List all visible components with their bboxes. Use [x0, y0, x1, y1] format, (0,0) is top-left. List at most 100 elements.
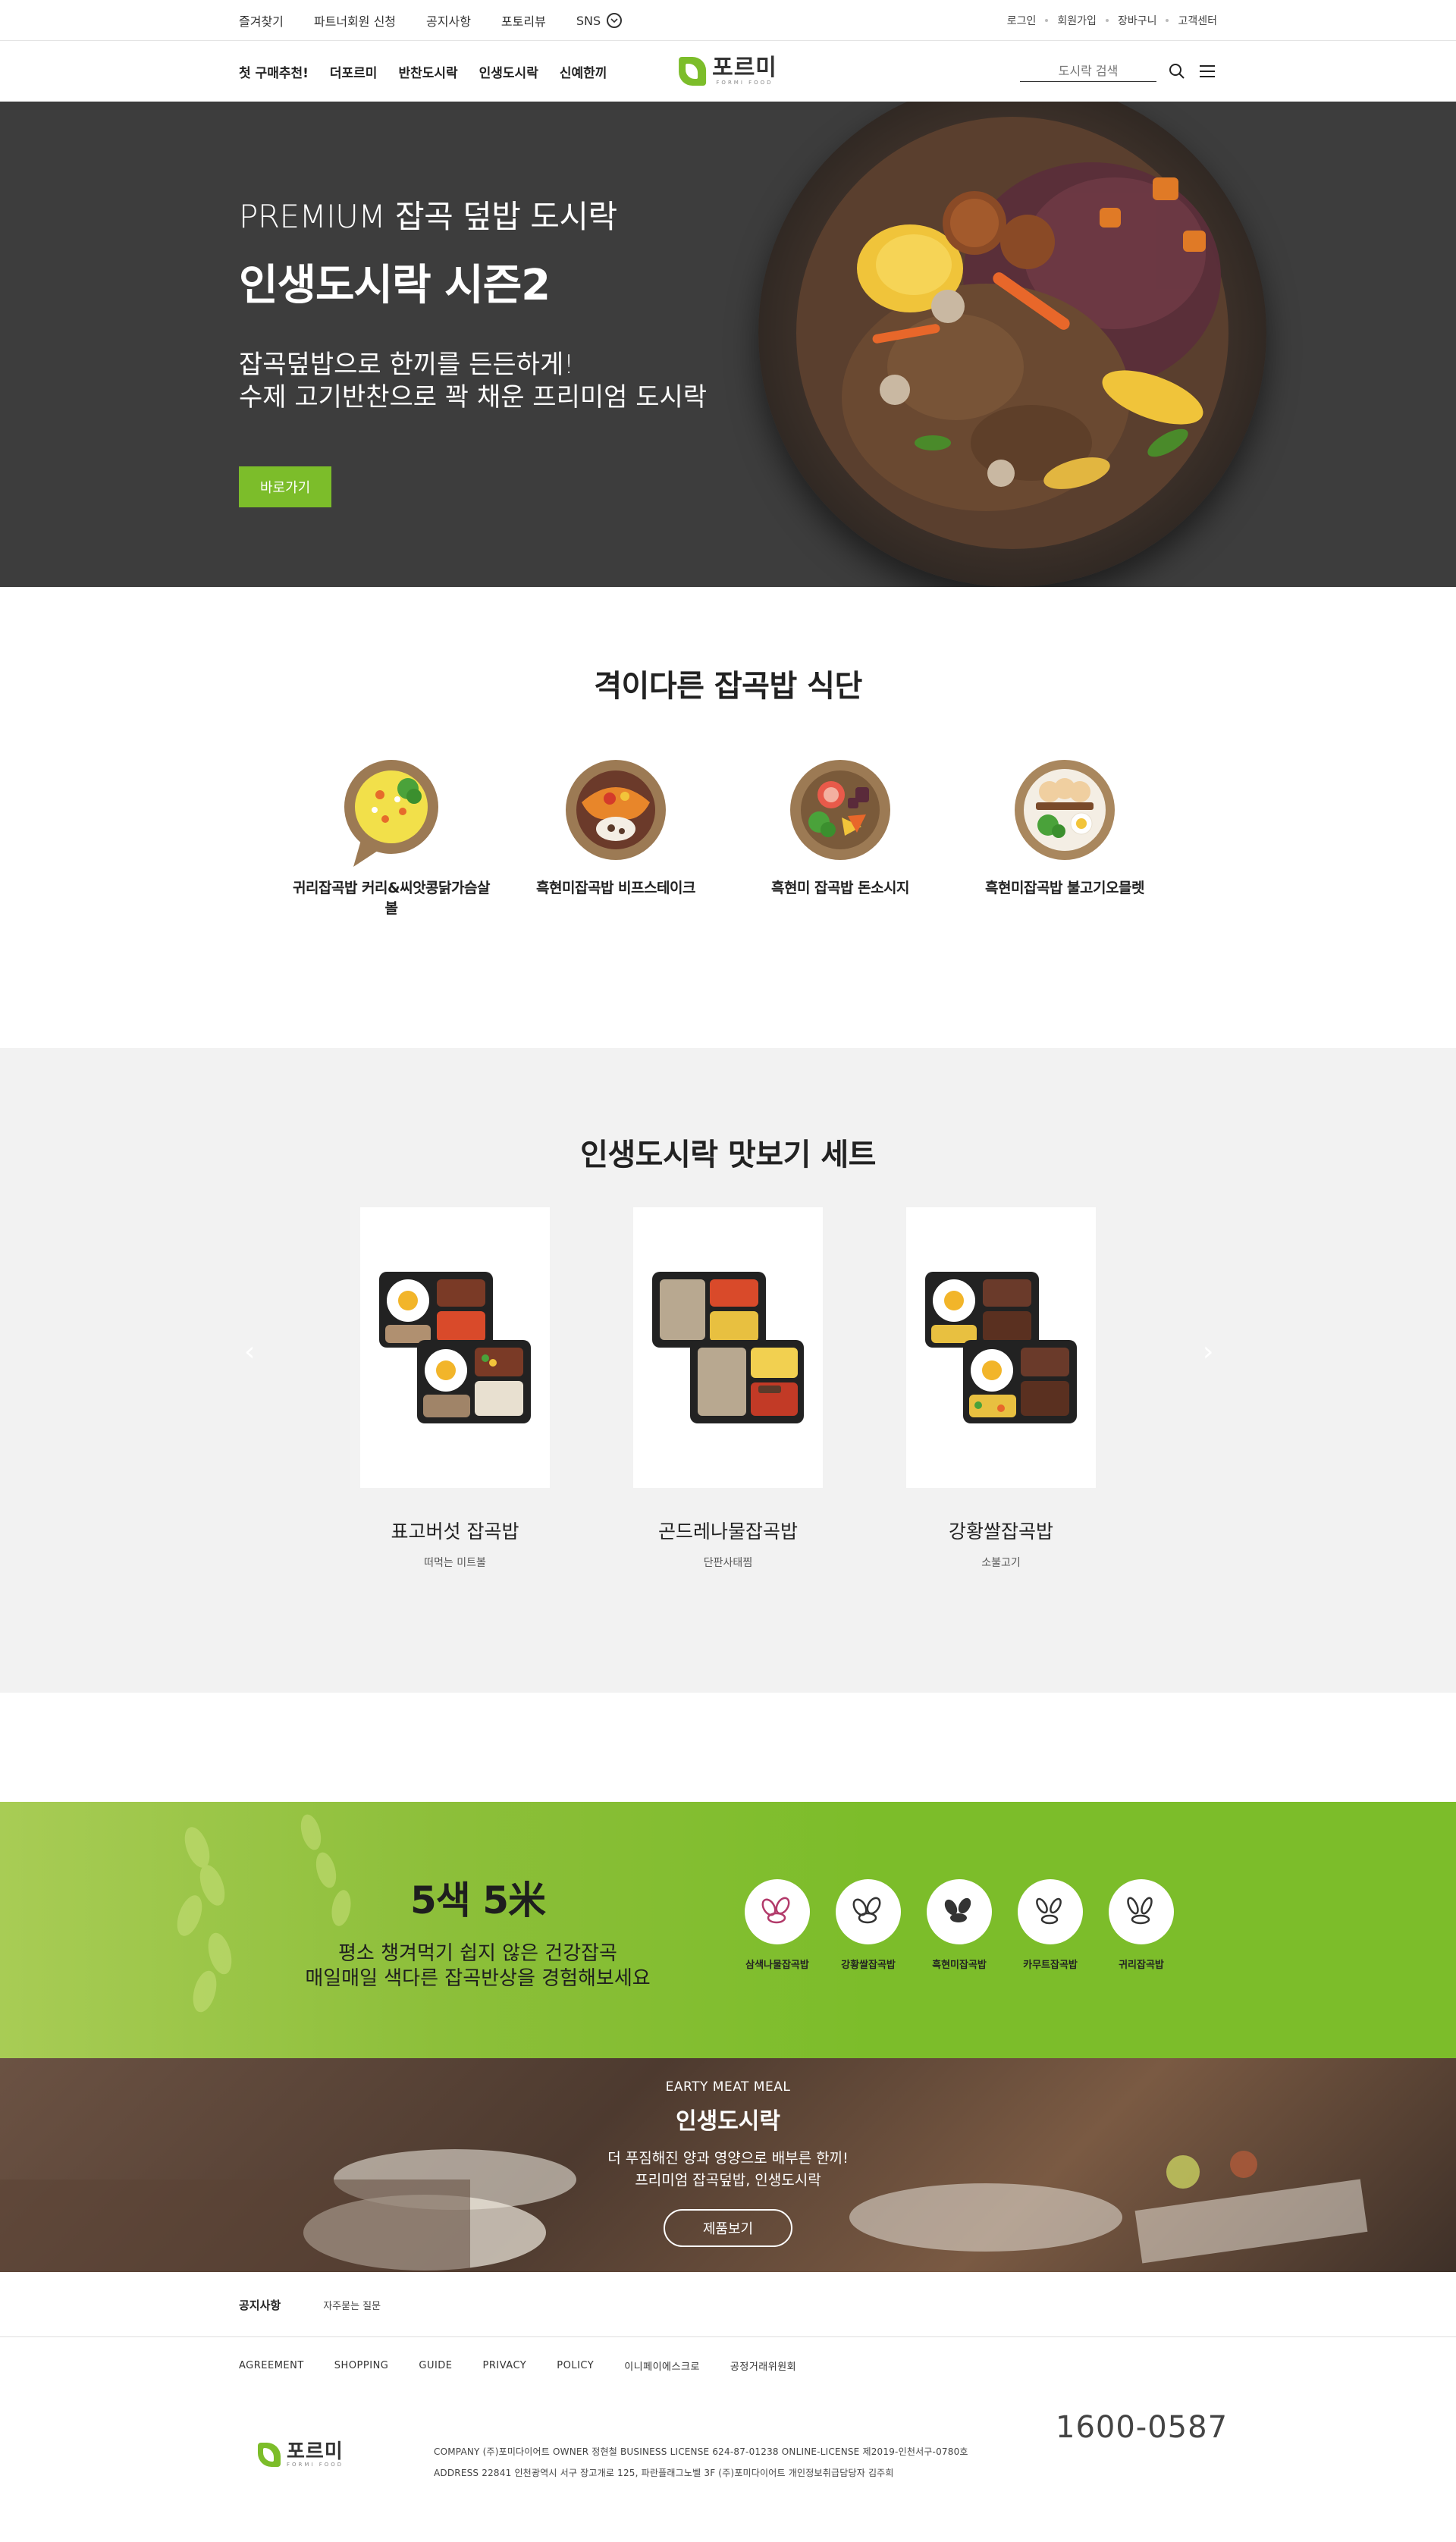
grain-band-description: 평소 챙겨먹기 쉽지 않은 건강잡곡 매일매일 색다른 잡곡반상을 경험해보세요 — [288, 1941, 667, 1991]
grain-band-text: 5색 5米 평소 챙겨먹기 쉽지 않은 건강잡곡 매일매일 색다른 잡곡반상을 … — [288, 1870, 667, 1991]
utility-links: 즐겨찾기 파트너회원 신청 공지사항 포토리뷰 SNS — [239, 11, 623, 30]
hero-desc-line2: 수제 고기반찬으로 꽉 채운 프리미엄 도시락 — [239, 381, 708, 413]
product-subtitle: 단판사태찜 — [703, 1557, 753, 1569]
taste-section-title: 인생도시락 맛보기 세트 — [580, 1138, 876, 1172]
cart-link[interactable]: 장바구니 — [1118, 13, 1157, 28]
footer-link-policy[interactable]: POLICY — [557, 2360, 594, 2371]
footer-logo-subtext: FORMI FOOD — [287, 2462, 344, 2468]
sausage-bowl-icon — [787, 757, 893, 863]
login-link[interactable]: 로그인 — [1007, 13, 1037, 28]
nav-item-the-formi[interactable]: 더포르미 — [330, 62, 378, 81]
footer-link-ftc[interactable]: 공정거래위원회 — [730, 2358, 796, 2373]
customer-center-link[interactable]: 고객센터 — [1178, 13, 1217, 28]
hero-go-button[interactable]: 바로가기 — [239, 466, 332, 507]
main-navigation: 첫 구매추천! 더포르미 반찬도시락 인생도시락 신예한끼 포르미 FORMI … — [0, 41, 1456, 102]
grain-icon — [927, 1879, 992, 1944]
grain-item-turmeric[interactable]: 강황쌀잡곡밥 — [834, 1879, 902, 1971]
grain-icon — [1018, 1879, 1083, 1944]
footer-link-agreement[interactable]: AGREEMENT — [239, 2360, 304, 2371]
meal-item-curry[interactable]: 귀리잡곡밥 커리&씨앗콩닭가슴살볼 — [293, 757, 490, 918]
lunchbox-image — [633, 1207, 823, 1488]
grain-item-black-brown-rice[interactable]: 흑현미잡곡밥 — [925, 1879, 993, 1971]
company-info-line1: COMPANY (주)포미다이어트 OWNER 정현철 BUSINESS LIC… — [434, 2446, 968, 2457]
nav-item-life-lunchbox[interactable]: 인생도시락 — [479, 62, 538, 81]
grain-item-three-color[interactable]: 삼색나물잡곡밥 — [743, 1879, 811, 1971]
search-input[interactable] — [1020, 61, 1156, 82]
carousel-prev-icon[interactable]: ‹ — [244, 1336, 255, 1367]
bookmark-link[interactable]: 즐겨찾기 — [239, 11, 284, 30]
divider-dot — [1045, 19, 1049, 22]
lunchbox-image — [360, 1207, 550, 1488]
meal-label: 흑현미 잡곡밥 돈소시지 — [770, 880, 910, 896]
faq-link[interactable]: 자주묻는 질문 — [323, 2298, 381, 2312]
site-logo[interactable]: 포르미 FORMI FOOD — [679, 57, 777, 86]
grain-label: 카무트잡곡밥 — [1023, 1960, 1078, 1971]
hero-desc-line1: 잡곡덮밥으로 한끼를 든든하게! — [239, 350, 574, 380]
meal-item-beef-steak[interactable]: 흑현미잡곡밥 비프스테이크 — [517, 757, 714, 918]
company-details: COMPANY (주)포미다이어트 OWNER 정현철 BUSINESS LIC… — [434, 2442, 968, 2484]
leaf-logo-icon — [258, 2443, 281, 2467]
product-card[interactable]: 곤드레나물잡곡밥 단판사태찜 — [633, 1207, 823, 1570]
view-products-button[interactable]: 제품보기 — [663, 2208, 793, 2247]
search-icon[interactable] — [1167, 61, 1187, 81]
meal-label: 흑현미잡곡밥 불고기오믈렛 — [985, 880, 1144, 896]
grain-meal-section: 격이다른 잡곡밥 식단 귀리잡곡밥 커리&씨앗콩닭가슴살볼 흑현미잡곡밥 비프스… — [0, 587, 1456, 1048]
footer-link-escrow[interactable]: 이니페이에스크로 — [624, 2358, 700, 2373]
rice-bowl-image — [758, 102, 1266, 587]
meal-item-bulgogi-omelette[interactable]: 흑현미잡곡밥 불고기오믈렛 — [966, 757, 1163, 918]
promo-banner-description: 더 푸짐해진 양과 영양으로 배부른 한끼! 프리미엄 잡곡덮밥, 인생도시락 — [0, 2148, 1456, 2192]
product-name: 표고버섯 잡곡밥 — [391, 1520, 519, 1542]
divider-dot — [1166, 19, 1169, 22]
nav-tools — [1020, 61, 1217, 82]
grain-label: 흑현미잡곡밥 — [932, 1960, 987, 1971]
grain-label: 귀리잡곡밥 — [1119, 1960, 1164, 1971]
nav-item-new-meal[interactable]: 신예한끼 — [560, 62, 607, 81]
utility-bar: 즐겨찾기 파트너회원 신청 공지사항 포토리뷰 SNS 로그인 회원가입 장바구… — [0, 0, 1456, 41]
logo-text: 포르미 — [712, 55, 777, 81]
promo-banner-kicker: EARTY MEAT MEAL — [665, 2079, 791, 2095]
product-subtitle: 떠먹는 미트볼 — [424, 1557, 486, 1569]
product-card[interactable]: 강황쌀잡곡밥 소불고기 — [906, 1207, 1096, 1570]
meal-item-sausage[interactable]: 흑현미 잡곡밥 돈소시지 — [742, 757, 939, 918]
grain-desc-line1: 평소 챙겨먹기 쉽지 않은 건강잡곡 — [338, 1942, 617, 1965]
partner-signup-link[interactable]: 파트너회원 신청 — [314, 11, 396, 30]
carousel-next-icon[interactable]: › — [1203, 1336, 1213, 1367]
lunchbox-image — [906, 1207, 1096, 1488]
product-name: 곤드레나물잡곡밥 — [657, 1520, 798, 1542]
product-carousel: ‹ 표고버섯 잡곡밥 떠먹는 미트볼 곤드레나물잡곡밥 단판사태찜 강황쌀잡곡밥… — [0, 1207, 1456, 1570]
footer-logo: 포르미 FORMI FOOD — [258, 2442, 344, 2468]
notice-link[interactable]: 공지사항 — [426, 11, 471, 30]
nav-menu: 첫 구매추천! 더포르미 반찬도시락 인생도시락 신예한끼 — [239, 62, 607, 81]
product-subtitle: 소불고기 — [981, 1557, 1021, 1569]
meal-label: 흑현미잡곡밥 비프스테이크 — [536, 880, 695, 896]
nav-item-side-dish-box[interactable]: 반찬도시락 — [398, 62, 457, 81]
promo-desc-line1: 더 푸짐해진 양과 영양으로 배부른 한끼! — [607, 2150, 849, 2167]
hero-title: 인생도시락 시즌2 — [239, 261, 551, 310]
sns-dropdown[interactable]: SNS — [576, 13, 623, 28]
nav-item-first-purchase[interactable]: 첫 구매추천! — [239, 62, 309, 81]
lunchbox-promo-banner: EARTY MEAT MEAL 인생도시락 더 푸짐해진 양과 영양으로 배부른… — [0, 2058, 1456, 2272]
grain-label: 삼색나물잡곡밥 — [745, 1960, 809, 1971]
grain-item-kamut[interactable]: 카무트잡곡밥 — [1016, 1879, 1084, 1971]
footer-notice-title[interactable]: 공지사항 — [239, 2297, 281, 2313]
promo-banner-title: 인생도시락 — [676, 2108, 780, 2135]
hamburger-menu-icon[interactable] — [1197, 61, 1217, 81]
signup-link[interactable]: 회원가입 — [1057, 13, 1097, 28]
curry-bowl-icon — [338, 757, 444, 867]
photo-review-link[interactable]: 포토리뷰 — [501, 11, 546, 30]
footer-link-shopping[interactable]: SHOPPING — [334, 2360, 389, 2371]
footer-company-info: 포르미 FORMI FOOD COMPANY (주)포미다이어트 OWNER 정… — [0, 2393, 1456, 2542]
meal-section-title: 격이다른 잡곡밥 식단 — [594, 669, 862, 704]
five-grain-band: 5색 5米 평소 챙겨먹기 쉽지 않은 건강잡곡 매일매일 색다른 잡곡반상을 … — [0, 1802, 1456, 2058]
chevron-down-icon — [607, 13, 623, 28]
footer-link-guide[interactable]: GUIDE — [419, 2360, 452, 2371]
product-card[interactable]: 표고버섯 잡곡밥 떠먹는 미트볼 — [360, 1207, 550, 1570]
omelette-bowl-icon — [1012, 757, 1118, 863]
footer-link-privacy[interactable]: PRIVACY — [483, 2360, 527, 2371]
grain-label: 강황쌀잡곡밥 — [841, 1960, 896, 1971]
leaf-logo-icon — [679, 57, 707, 86]
hero-banner: PREMIUM 잡곡 덮밥 도시락 인생도시락 시즌2 잡곡덮밥으로 한끼를 든… — [0, 102, 1456, 587]
footer-logo-text: 포르미 — [287, 2440, 344, 2463]
product-name: 강황쌀잡곡밥 — [948, 1520, 1053, 1542]
grain-item-oat[interactable]: 귀리잡곡밥 — [1107, 1879, 1175, 1971]
